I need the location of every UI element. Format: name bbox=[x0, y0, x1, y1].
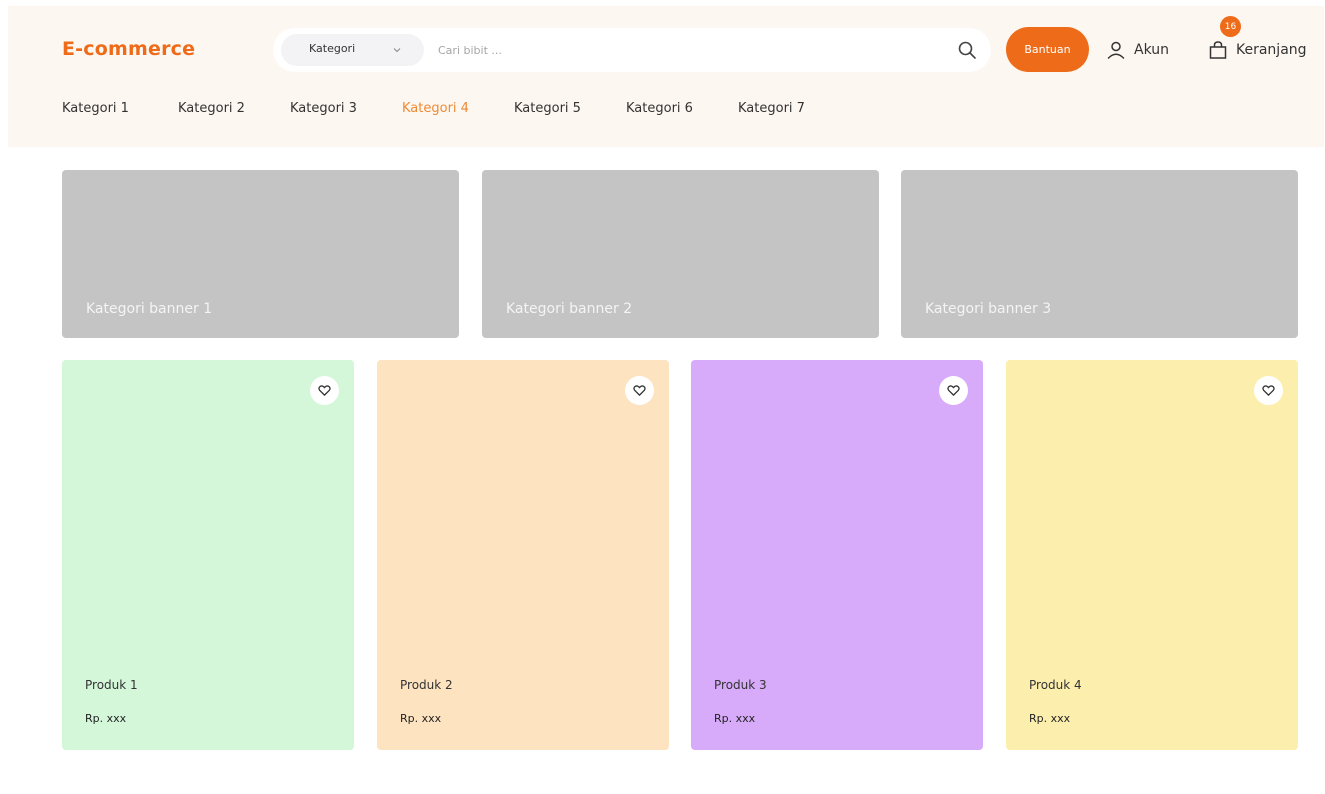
heart-icon bbox=[1262, 385, 1275, 396]
nav-item-kategori-4[interactable]: Kategori 4 bbox=[402, 101, 514, 116]
category-banner[interactable]: Kategori banner 1 bbox=[62, 170, 459, 338]
account-link[interactable]: Akun bbox=[1106, 38, 1169, 62]
category-select-label: Kategori bbox=[309, 42, 356, 55]
product-name: Produk 2 bbox=[400, 678, 453, 692]
nav-item-kategori-6[interactable]: Kategori 6 bbox=[626, 101, 738, 116]
product-price: Rp. xxx bbox=[1029, 712, 1071, 725]
category-nav: Kategori 1 Kategori 2 Kategori 3 Kategor… bbox=[62, 101, 850, 116]
favorite-button[interactable] bbox=[939, 376, 968, 405]
shopping-bag-icon bbox=[1209, 41, 1227, 59]
product-price: Rp. xxx bbox=[85, 712, 127, 725]
logo[interactable]: E-commerce bbox=[62, 38, 195, 60]
product-card[interactable]: Produk 2 Rp. xxx bbox=[377, 360, 669, 750]
banner-label: Kategori banner 3 bbox=[925, 301, 1052, 317]
product-card[interactable]: Produk 3 Rp. xxx bbox=[691, 360, 983, 750]
product-name: Produk 4 bbox=[1029, 678, 1082, 692]
product-price: Rp. xxx bbox=[714, 712, 756, 725]
user-icon bbox=[1107, 41, 1125, 59]
favorite-button[interactable] bbox=[1254, 376, 1283, 405]
account-label: Akun bbox=[1134, 42, 1169, 58]
nav-item-kategori-7[interactable]: Kategori 7 bbox=[738, 101, 850, 116]
nav-item-kategori-1[interactable]: Kategori 1 bbox=[62, 101, 178, 116]
heart-icon bbox=[947, 385, 960, 396]
chevron-down-icon bbox=[393, 48, 401, 53]
search-bar: Kategori bbox=[273, 28, 991, 72]
product-card[interactable]: Produk 4 Rp. xxx bbox=[1006, 360, 1298, 750]
favorite-button[interactable] bbox=[625, 376, 654, 405]
banner-label: Kategori banner 1 bbox=[86, 301, 213, 317]
search-input[interactable] bbox=[438, 39, 918, 61]
nav-item-kategori-3[interactable]: Kategori 3 bbox=[290, 101, 402, 116]
cart-link[interactable]: Keranjang bbox=[1208, 38, 1307, 62]
cart-label: Keranjang bbox=[1236, 42, 1307, 58]
product-price: Rp. xxx bbox=[400, 712, 442, 725]
nav-item-kategori-5[interactable]: Kategori 5 bbox=[514, 101, 626, 116]
product-name: Produk 3 bbox=[714, 678, 767, 692]
favorite-button[interactable] bbox=[310, 376, 339, 405]
banner-label: Kategori banner 2 bbox=[506, 301, 633, 317]
heart-icon bbox=[633, 385, 646, 396]
product-name: Produk 1 bbox=[85, 678, 138, 692]
cart-count-badge: 16 bbox=[1220, 16, 1241, 37]
help-button[interactable]: Bantuan bbox=[1006, 27, 1089, 72]
category-select[interactable]: Kategori bbox=[281, 34, 424, 66]
product-card[interactable]: Produk 1 Rp. xxx bbox=[62, 360, 354, 750]
heart-icon bbox=[318, 385, 331, 396]
search-icon[interactable] bbox=[957, 40, 977, 60]
category-banner[interactable]: Kategori banner 2 bbox=[482, 170, 879, 338]
header: E-commerce Kategori Bantuan Akun Keranja… bbox=[8, 6, 1324, 147]
category-banner[interactable]: Kategori banner 3 bbox=[901, 170, 1298, 338]
nav-item-kategori-2[interactable]: Kategori 2 bbox=[178, 101, 290, 116]
